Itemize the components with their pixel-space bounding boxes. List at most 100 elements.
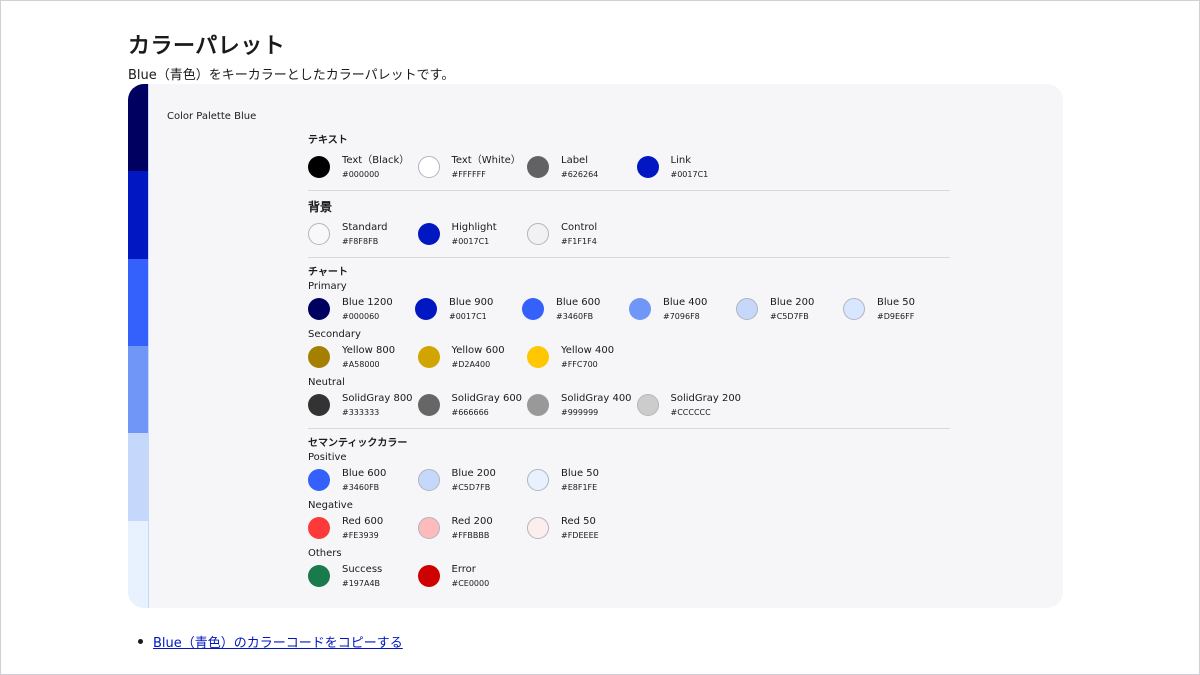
swatch-hex: #333333 xyxy=(342,407,380,417)
swatch-name: Yellow 600 xyxy=(451,344,505,356)
swatch-name: Blue 50 xyxy=(877,296,916,308)
color-swatch-circle xyxy=(527,156,549,178)
swatch-row: Text（Black） #000000 Text（White） #FFFFFF Labe… xyxy=(308,152,950,182)
swatch-hex: #197A4B xyxy=(342,578,381,588)
swatch-hex: #FE3939 xyxy=(342,530,379,540)
color-swatch-circle xyxy=(417,346,440,368)
swatch-item: Yellow 800 #A58000 xyxy=(308,342,418,372)
swatch-hex: #E8F1FE xyxy=(561,482,598,492)
swatch-item: Highlight #0017C1 xyxy=(417,219,528,249)
swatch-item: Blue 1200 #000060 xyxy=(308,294,415,324)
copy-color-codes-link[interactable]: Blue（青色）のカラーコードをコピーする xyxy=(153,632,403,651)
swatch-item: Link #0017C1 xyxy=(636,152,747,182)
stripe-swatch xyxy=(128,520,148,608)
swatch-item: Red 50 #FDEEEE xyxy=(527,513,637,543)
color-swatch-circle xyxy=(527,223,549,245)
section-text: テキスト Text（Black） #000000 Text（White） #FFFFF… xyxy=(308,134,950,191)
color-swatch-circle xyxy=(843,298,865,320)
section-background: 背景 Standard #F8F8FB Highlight #0017C1 Contro… xyxy=(308,199,950,258)
group-title: Secondary xyxy=(308,329,361,340)
swatch-meta: Blue 600 #3460FB xyxy=(556,296,600,323)
color-swatch-circle xyxy=(308,469,330,491)
swatch-name: Blue 600 xyxy=(556,296,601,308)
swatch-hex: #D9E6FF xyxy=(877,311,915,321)
stripe-swatch xyxy=(128,433,148,521)
swatch-item: Text（Black） #000000 xyxy=(308,152,418,182)
color-swatch-circle xyxy=(417,223,440,245)
swatch-meta: SolidGray 400 #999999 xyxy=(561,392,632,419)
swatch-name: Red 200 xyxy=(451,515,493,527)
swatch-hex: #626264 xyxy=(561,169,599,179)
swatch-name: Blue 50 xyxy=(561,467,600,479)
swatch-item: Label #626264 xyxy=(527,152,637,182)
swatch-meta: Blue 400 #7096F8 xyxy=(663,296,707,323)
swatch-hex: #666666 xyxy=(451,407,489,417)
swatch-row: Standard #F8F8FB Highlight #0017C1 Control #F… xyxy=(308,219,950,249)
swatch-item: Success #197A4B xyxy=(308,561,418,591)
color-swatch-circle xyxy=(736,298,758,320)
swatch-item: Blue 200 #C5D7FB xyxy=(417,465,528,495)
swatch-name: Control xyxy=(561,221,598,233)
stripe-swatch xyxy=(128,258,148,346)
stripe-swatch xyxy=(128,171,148,259)
swatch-row: Blue 1200 #000060 Blue 900 #0017C1 Blue 600 #… xyxy=(308,294,950,324)
swatch-meta: Blue 200 #C5D7FB xyxy=(770,296,814,323)
swatch-hex: #3460FB xyxy=(342,482,380,492)
section-semantic: セマンティックカラー Positive Blue 600 #3460FB Blue … xyxy=(308,437,950,599)
swatch-hex: #D2A400 xyxy=(451,359,491,369)
swatch-item: Blue 400 #7096F8 xyxy=(629,294,736,324)
swatch-meta: Yellow 400 #FFC700 xyxy=(561,344,614,371)
swatch-meta: Standard #F8F8FB xyxy=(342,221,388,248)
swatch-item: Blue 900 #0017C1 xyxy=(415,294,522,324)
swatch-row: Yellow 800 #A58000 Yellow 600 #D2A400 Yellow… xyxy=(308,342,950,372)
color-palette-card: Color Palette Blue テキスト Text（Black） #0000… xyxy=(128,84,1063,608)
color-swatch-circle xyxy=(308,394,330,416)
color-swatch-circle xyxy=(308,223,330,245)
swatch-meta: Text（White） #FFFFFF xyxy=(452,154,521,181)
bullet-icon xyxy=(138,639,143,644)
color-swatch-circle xyxy=(417,469,440,491)
color-swatch-circle xyxy=(527,346,549,368)
color-swatch-circle xyxy=(417,394,440,416)
color-swatch-circle xyxy=(308,565,330,587)
swatch-hex: #FFC700 xyxy=(561,359,598,369)
swatch-item: Yellow 400 #FFC700 xyxy=(527,342,637,372)
swatch-hex: #000060 xyxy=(342,311,380,321)
intro-text: Blue（青色）をキーカラーとしたカラーパレットです。 xyxy=(128,68,455,83)
swatch-name: Standard xyxy=(342,221,388,233)
swatch-item: Text（White） #FFFFFF xyxy=(417,152,528,182)
swatch-meta: Blue 1200 #000060 xyxy=(342,296,393,323)
group-title: Negative xyxy=(308,500,353,511)
swatch-meta: Red 50 #FDEEEE xyxy=(561,515,599,542)
palette-stripe xyxy=(128,84,149,608)
swatch-meta: Error #CE0000 xyxy=(452,563,490,590)
swatch-meta: Highlight #0017C1 xyxy=(452,221,497,248)
group-title: Neutral xyxy=(308,377,345,388)
color-swatch-circle xyxy=(308,298,330,320)
swatch-hex: #FFBBBB xyxy=(451,530,490,540)
swatch-item: Blue 50 #D9E6FF xyxy=(843,294,950,324)
swatch-item: Blue 200 #C5D7FB xyxy=(736,294,843,324)
swatch-name: SolidGray 600 xyxy=(451,392,523,404)
stripe-swatch xyxy=(128,345,148,434)
swatch-meta: Label #626264 xyxy=(561,154,598,181)
color-swatch-circle xyxy=(415,298,437,320)
color-swatch-circle xyxy=(308,156,330,178)
stripe-swatch xyxy=(128,84,148,172)
section-title: チャート xyxy=(308,267,348,278)
swatch-meta: Red 600 #FE3939 xyxy=(342,515,383,542)
swatch-hex: #C5D7FB xyxy=(451,482,491,492)
swatch-item: Yellow 600 #D2A400 xyxy=(417,342,528,372)
swatch-name: Blue 200 xyxy=(451,467,496,479)
color-swatch-circle xyxy=(417,156,440,178)
color-swatch-circle xyxy=(522,298,544,320)
swatch-name: Label xyxy=(561,154,588,166)
color-swatch-circle xyxy=(308,517,330,539)
swatch-hex: #000000 xyxy=(342,169,380,179)
color-swatch-circle xyxy=(417,517,440,539)
swatch-name: Blue 200 xyxy=(770,296,815,308)
section-title: テキスト xyxy=(308,135,348,146)
color-swatch-circle xyxy=(636,156,659,178)
swatch-hex: #CCCCCC xyxy=(670,407,711,417)
swatch-row: Red 600 #FE3939 Red 200 #FFBBBB Red 50 #FDEEE… xyxy=(308,513,950,543)
